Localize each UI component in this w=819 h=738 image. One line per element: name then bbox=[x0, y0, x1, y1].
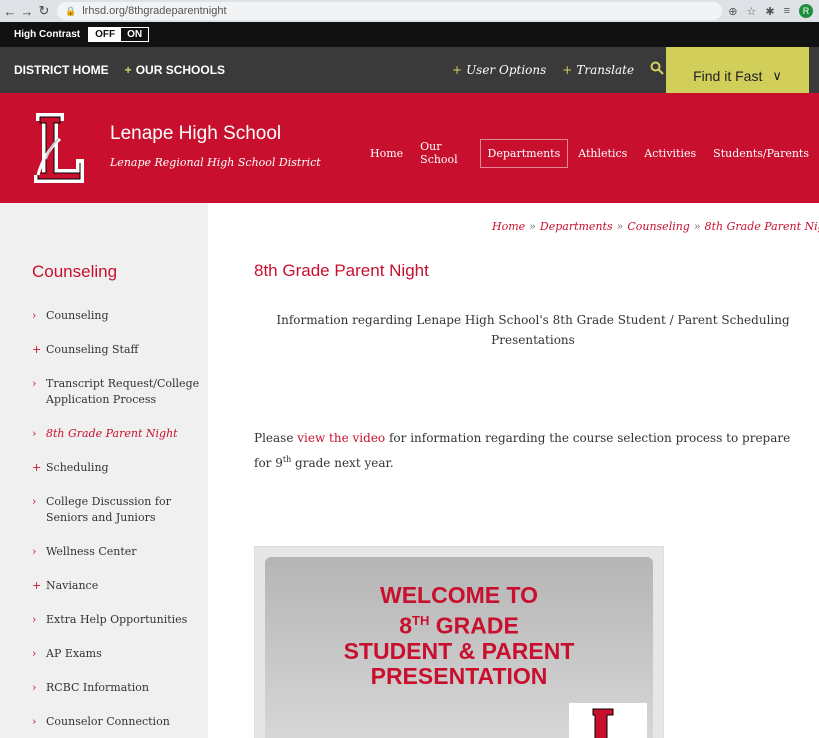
high-contrast-bar: High Contrast OFF ON bbox=[0, 22, 819, 47]
high-contrast-on[interactable]: ON bbox=[121, 28, 149, 41]
translate-link[interactable]: + Translate bbox=[562, 63, 634, 77]
high-contrast-off[interactable]: OFF bbox=[89, 28, 122, 41]
video-logo bbox=[569, 703, 647, 738]
plus-icon: + bbox=[562, 63, 573, 77]
user-options-link[interactable]: + User Options bbox=[452, 63, 546, 77]
high-contrast-label: High Contrast bbox=[14, 29, 81, 40]
chevron-right-icon: › bbox=[32, 613, 37, 626]
sidebar-item-label: Counseling Staff bbox=[46, 343, 139, 356]
plus-icon: + bbox=[124, 63, 132, 77]
extensions-icon[interactable]: ✱ bbox=[765, 5, 774, 18]
chevron-right-icon: › bbox=[32, 309, 37, 322]
sidebar-item[interactable]: + Scheduling bbox=[32, 460, 204, 476]
sidebar-item[interactable]: › College Discussion for Seniors and Juni… bbox=[32, 494, 204, 526]
zoom-icon[interactable]: ⊕ bbox=[728, 5, 737, 18]
bookmark-star-icon[interactable]: ☆ bbox=[746, 5, 756, 18]
address-bar[interactable]: 🔒 lrhsd.org/8thgradeparentnight bbox=[57, 2, 723, 20]
breadcrumb-link[interactable]: Counseling bbox=[627, 220, 690, 233]
sidebar-item[interactable]: › Transcript Request/College Application … bbox=[32, 376, 204, 408]
our-schools-link[interactable]: + OUR SCHOOLS bbox=[125, 63, 225, 77]
sidebar-item-label: Counseling bbox=[46, 309, 109, 322]
browser-toolbar: ← → ↻ 🔒 lrhsd.org/8thgradeparentnight ⊕ … bbox=[0, 0, 819, 22]
sidebar-title: Counseling bbox=[32, 262, 118, 281]
back-icon[interactable]: ← bbox=[3, 4, 17, 19]
chevron-right-icon: › bbox=[32, 715, 37, 728]
forward-icon[interactable]: → bbox=[20, 4, 34, 19]
sidebar-item[interactable]: › Counselor Connection bbox=[32, 714, 204, 730]
sidebar-item-label: Naviance bbox=[46, 579, 99, 592]
sidebar-item-label: Extra Help Opportunities bbox=[46, 613, 188, 626]
chevron-right-icon: › bbox=[32, 545, 37, 558]
nav-activities[interactable]: Activities bbox=[637, 140, 703, 167]
sidebar-item-label: Wellness Center bbox=[46, 545, 137, 558]
plus-icon: + bbox=[32, 343, 42, 356]
plus-icon: + bbox=[452, 63, 463, 77]
sidebar-item-label: Transcript Request/College Application P… bbox=[46, 377, 200, 406]
breadcrumb-link[interactable]: Departments bbox=[540, 220, 613, 233]
breadcrumb-separator: » bbox=[693, 220, 701, 233]
chevron-down-icon: ∨ bbox=[772, 68, 782, 83]
sidebar-item-label: Scheduling bbox=[46, 461, 109, 474]
breadcrumb-link[interactable]: Home bbox=[492, 220, 525, 233]
lock-icon: 🔒 bbox=[65, 5, 77, 16]
chevron-right-icon: › bbox=[32, 377, 37, 390]
breadcrumb-link[interactable]: 8th Grade Parent Night bbox=[705, 220, 819, 233]
web-page: High Contrast OFF ON DISTRICT HOME + OUR … bbox=[0, 22, 819, 738]
district-home-link[interactable]: DISTRICT HOME bbox=[14, 63, 109, 77]
page-title: 8th Grade Parent Night bbox=[254, 261, 429, 280]
video-player[interactable]: WELCOME TO 8TH GRADE STUDENT & PARENT PR… bbox=[254, 546, 664, 738]
sidebar-item-label: Counselor Connection bbox=[46, 715, 170, 728]
sidebar-item-label: AP Exams bbox=[46, 647, 102, 660]
main-nav: Home Our School Departments Athletics Ac… bbox=[363, 133, 819, 173]
reading-list-icon[interactable]: ≡ bbox=[784, 5, 790, 17]
video-slide-title: WELCOME TO 8TH GRADE STUDENT & PARENT PR… bbox=[343, 582, 575, 689]
profile-avatar[interactable]: R bbox=[799, 4, 813, 18]
sidebar-item[interactable]: › AP Exams bbox=[32, 646, 204, 662]
sidebar-item[interactable]: › Wellness Center bbox=[32, 544, 204, 560]
school-name[interactable]: Lenape High School bbox=[110, 123, 281, 145]
sidebar-item[interactable]: › 8th Grade Parent Night bbox=[32, 426, 204, 442]
sidebar-item-label: RCBC Information bbox=[46, 681, 149, 694]
view-video-link[interactable]: view the video bbox=[297, 431, 385, 445]
sidebar-item[interactable]: › Counseling bbox=[32, 308, 204, 324]
sidebar-item[interactable]: + Naviance bbox=[32, 578, 204, 594]
sidebar-item[interactable]: + Counseling Staff bbox=[32, 342, 204, 358]
video-thumbnail[interactable]: WELCOME TO 8TH GRADE STUDENT & PARENT PR… bbox=[265, 557, 653, 738]
nav-students-parents[interactable]: Students/Parents bbox=[706, 140, 816, 167]
plus-icon: + bbox=[32, 461, 42, 474]
chevron-right-icon: › bbox=[32, 647, 37, 660]
nav-athletics[interactable]: Athletics bbox=[571, 140, 634, 167]
sidebar-item[interactable]: › RCBC Information bbox=[32, 680, 204, 696]
sidebar-item[interactable]: › Extra Help Opportunities bbox=[32, 612, 204, 628]
breadcrumb: Home» Departments» Counseling» 8th Grade Pa… bbox=[492, 220, 819, 233]
utility-nav: DISTRICT HOME + OUR SCHOOLS + User Options… bbox=[0, 47, 819, 105]
site-header: Lenape High School Lenape Regional High … bbox=[0, 93, 819, 203]
chevron-right-icon: › bbox=[32, 681, 37, 694]
nav-our-school[interactable]: Our School bbox=[413, 133, 476, 173]
nav-home[interactable]: Home bbox=[363, 140, 410, 167]
district-name: Lenape Regional High School District bbox=[110, 156, 321, 169]
sidebar-list: › Counseling + Counseling Staff › Transcript … bbox=[32, 308, 204, 730]
breadcrumb-separator: » bbox=[616, 220, 624, 233]
reload-icon[interactable]: ↻ bbox=[37, 3, 51, 19]
nav-departments[interactable]: Departments bbox=[479, 138, 569, 168]
body-text: Please view the video for information re… bbox=[254, 431, 791, 470]
url-text: lrhsd.org/8thgradeparentnight bbox=[82, 5, 227, 17]
sidebar-item-label: College Discussion for Seniors and Junio… bbox=[46, 495, 171, 524]
chevron-right-icon: › bbox=[32, 427, 37, 440]
breadcrumb-separator: » bbox=[529, 220, 536, 233]
school-logo[interactable] bbox=[30, 109, 88, 187]
high-contrast-toggle[interactable]: OFF ON bbox=[88, 27, 150, 42]
plus-icon: + bbox=[32, 579, 42, 592]
sidebar: Counseling › Counseling + Counseling Staff ›… bbox=[0, 203, 208, 738]
sidebar-item-label: 8th Grade Parent Night bbox=[46, 427, 178, 440]
chevron-right-icon: › bbox=[32, 495, 37, 508]
page-subtitle: Information regarding Lenape High School… bbox=[276, 313, 790, 347]
search-icon[interactable] bbox=[650, 61, 664, 79]
